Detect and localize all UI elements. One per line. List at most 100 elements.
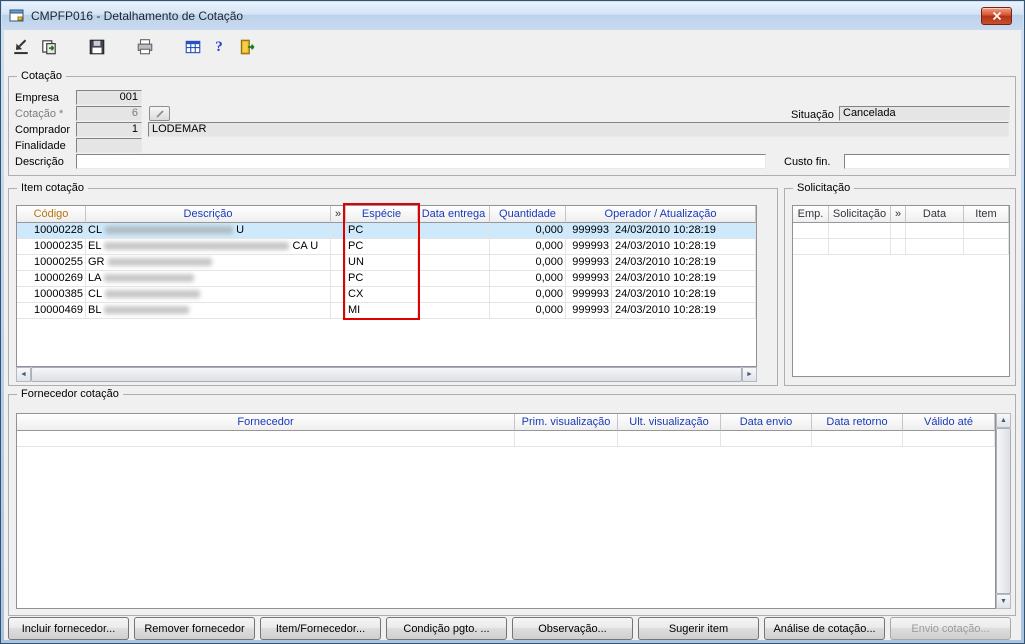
grid-button[interactable] [182, 36, 204, 58]
close-button[interactable] [981, 7, 1012, 25]
column-header-data-envio[interactable]: Data envio [721, 414, 812, 431]
item-table-horizontal-scrollbar[interactable]: ◄ ► [16, 367, 757, 382]
cell-quantidade: 0,000 [490, 223, 566, 238]
column-header-prim-visualizacao[interactable]: Prim. visualização [515, 414, 618, 431]
cell-operador: 999993 24/03/2010 10:28:19 [566, 303, 756, 318]
item-fornecedor-button[interactable]: Item/Fornecedor... [260, 617, 381, 640]
scroll-thumb[interactable] [31, 367, 742, 382]
finalidade-field [76, 138, 142, 153]
finalidade-label: Finalidade [15, 140, 66, 152]
column-header-fornecedor[interactable]: Fornecedor [17, 414, 515, 431]
column-header-especie[interactable]: Espécie [346, 206, 418, 223]
remover-fornecedor-button[interactable]: Remover fornecedor [134, 617, 255, 640]
cell-operador: 999993 24/03/2010 10:28:19 [566, 223, 756, 238]
empresa-field: 001 [76, 90, 142, 105]
cell-operador: 999993 24/03/2010 10:28:19 [566, 287, 756, 302]
cell-operador: 999993 24/03/2010 10:28:19 [566, 239, 756, 254]
column-header-chevron[interactable]: » [891, 206, 906, 223]
item-table-header: Código Descrição » Espécie Data entrega … [17, 206, 756, 223]
analise-de-cotacao-button[interactable]: Análise de cotação... [764, 617, 885, 640]
implant-button[interactable] [10, 36, 32, 58]
column-header-data[interactable]: Data [906, 206, 964, 223]
empty-row [793, 239, 1009, 255]
group-cotacao: Cotação Empresa 001 Cotação * 6 Situação… [8, 70, 1016, 176]
cell [829, 223, 891, 238]
toolbar: ? [10, 34, 258, 60]
scroll-left-icon[interactable]: ◄ [16, 367, 31, 382]
empty-row [793, 223, 1009, 239]
column-header-item[interactable]: Item [964, 206, 1009, 223]
column-header-chevron[interactable]: » [331, 206, 346, 223]
column-header-data-retorno[interactable]: Data retorno [812, 414, 903, 431]
cell-quantidade: 0,000 [490, 239, 566, 254]
table-row[interactable]: 10000255 GR UN 0,000 999993 24/03/2010 10… [17, 255, 756, 271]
column-header-emp[interactable]: Emp. [793, 206, 829, 223]
zoom-button[interactable] [149, 106, 170, 121]
cotacao-label: Cotação * [15, 108, 64, 120]
cell-quantidade: 0,000 [490, 255, 566, 270]
sugerir-item-button[interactable]: Sugerir item [638, 617, 759, 640]
cell-entrega [418, 255, 490, 270]
close-icon [992, 11, 1001, 21]
help-button[interactable]: ? [208, 36, 230, 58]
scroll-up-icon[interactable]: ▲ [996, 413, 1011, 428]
exit-icon [240, 39, 255, 55]
cell [829, 239, 891, 254]
column-header-data-entrega[interactable]: Data entrega [418, 206, 490, 223]
condicao-pgto-button[interactable]: Condição pgto. ... [386, 617, 507, 640]
app-icon [9, 8, 25, 24]
print-button[interactable] [134, 36, 156, 58]
cell-descricao: CL U [86, 223, 331, 238]
cell-especie: PC [346, 223, 418, 238]
scroll-down-icon[interactable]: ▼ [996, 594, 1011, 609]
print-icon [137, 39, 153, 55]
scroll-right-icon[interactable]: ► [742, 367, 757, 382]
column-header-ult-visualizacao[interactable]: Ult. visualização [618, 414, 721, 431]
group-fornecedor-legend: Fornecedor cotação [17, 388, 123, 400]
cell-especie: UN [346, 255, 418, 270]
observacao-button[interactable]: Observação... [512, 617, 633, 640]
group-solicitacao: Solicitação Emp. Solicitação » Data Item [784, 182, 1016, 386]
descricao-field[interactable] [76, 154, 766, 169]
cell-especie: CX [346, 287, 418, 302]
implant-icon [14, 39, 28, 55]
table-row[interactable]: 10000385 CL CX 0,000 999993 24/03/2010 10… [17, 287, 756, 303]
cell-entrega [418, 271, 490, 286]
column-header-descricao[interactable]: Descrição [86, 206, 331, 223]
column-header-quantidade[interactable]: Quantidade [490, 206, 566, 223]
column-header-valido-ate[interactable]: Válido até [903, 414, 995, 431]
cell-codigo: 10000469 [17, 303, 86, 318]
table-row[interactable]: 10000235 EL CA U PC 0,000 999993 24/03/201… [17, 239, 756, 255]
custo-field[interactable] [844, 154, 1010, 169]
table-row[interactable]: 10000228 CL U PC 0,000 999993 24/03/2010 1… [17, 223, 756, 239]
cell-especie: PC [346, 271, 418, 286]
group-fornecedor-cotacao: Fornecedor cotação Fornecedor Prim. visu… [8, 388, 1016, 616]
scroll-thumb[interactable] [996, 428, 1011, 594]
redacted-text [104, 274, 195, 283]
exit-button[interactable] [236, 36, 258, 58]
copy-record-button[interactable] [38, 36, 60, 58]
save-button[interactable] [86, 36, 108, 58]
redacted-text [104, 242, 290, 251]
cell-quantidade: 0,000 [490, 303, 566, 318]
cell-operador: 999993 24/03/2010 10:28:19 [566, 271, 756, 286]
fornecedor-vertical-scrollbar[interactable]: ▲ ▼ [996, 413, 1011, 609]
redacted-text [107, 258, 212, 267]
cell [906, 239, 964, 254]
solicitacao-table-header: Emp. Solicitação » Data Item [793, 206, 1009, 223]
copy-record-icon [42, 40, 56, 55]
cell [891, 239, 906, 254]
table-row[interactable]: 10000269 LA PC 0,000 999993 24/03/2010 10… [17, 271, 756, 287]
column-header-solicitacao[interactable]: Solicitação [829, 206, 891, 223]
column-header-codigo[interactable]: Código [17, 206, 86, 223]
help-icon: ? [215, 38, 223, 55]
grid-icon [185, 40, 201, 54]
cell-descricao: CL [86, 287, 331, 302]
cell-chevron [331, 271, 346, 286]
table-row[interactable]: 10000469 BL MI 0,000 999993 24/03/2010 10… [17, 303, 756, 319]
column-header-operador[interactable]: Operador / Atualização [566, 206, 756, 223]
cell-chevron [331, 223, 346, 238]
incluir-fornecedor-button[interactable]: Incluir fornecedor... [8, 617, 129, 640]
cell [618, 431, 721, 446]
cotacao-field: 6 [76, 106, 142, 121]
